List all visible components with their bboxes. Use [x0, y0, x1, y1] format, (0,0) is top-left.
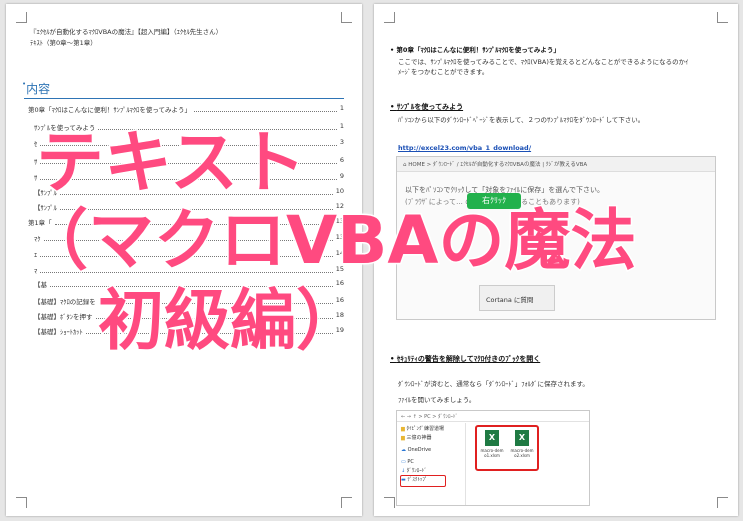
downloads-highlight [400, 475, 446, 487]
explorer-nav: ← → ↑ > PC > ﾀﾞｳﾝﾛｰﾄﾞ [401, 413, 458, 420]
crop-mark [384, 497, 395, 508]
toc-item-page: 1 [339, 122, 344, 130]
context-menu: Cortana に質問 [479, 285, 555, 311]
forward-arrow-icon: → [406, 414, 411, 420]
toc-title-text: 内容 [26, 82, 51, 96]
excel-file-icon: X [485, 430, 499, 446]
intro-line: ﾒｰｼﾞをつかむことができます。 [398, 68, 489, 76]
overlay-title-line3: 初級編） [97, 282, 364, 359]
explorer-tree-label: OneDrive [407, 447, 432, 453]
document-header-subtitle: ﾃｷｽﾄ（第0章～第1章） [30, 39, 97, 47]
toc-item-page: 6 [339, 156, 344, 164]
section-instruction: ﾊﾟｿｺﾝから以下のﾀﾞｳﾝﾛｰﾄﾞﾍﾟｰｼﾞを表示して、２つのｻﾝﾌﾟﾙﾏｸﾛ… [398, 116, 645, 124]
cloud-icon: ☁ [401, 447, 408, 453]
crop-mark [717, 497, 728, 508]
toc-item-page: 1 [339, 104, 344, 112]
toc-item-page: 10 [335, 187, 344, 195]
browser-bar: ⌂ HOME > ﾀﾞｳﾝﾛｰﾄﾞ / ｴｸｾﾙが自動化するﾏｸﾛVBAの魔法 … [397, 157, 715, 172]
explorer-tree-label: ﾀﾞｳﾝﾛｰﾄﾞ [406, 468, 427, 474]
breadcrumb-text: HOME > ﾀﾞｳﾝﾛｰﾄﾞ / ｴｸｾﾙが自動化するﾏｸﾛVBAの魔法 | … [408, 162, 588, 168]
section-heading-sample: ｻﾝﾌﾟﾙを使ってみよう [390, 102, 463, 112]
breadcrumb: ⌂ HOME > ﾀﾞｳﾝﾛｰﾄﾞ / ｴｸｾﾙが自動化するﾏｸﾛVBAの魔法 … [403, 160, 587, 168]
context-menu-item: Cortana に質問 [486, 296, 534, 304]
overlay-title-line2: （マクロVBAの魔法 [20, 202, 637, 279]
section-heading-security: ｾｷｭﾘﾃｨの警告を解除してﾏｸﾛ付きのﾌﾞｯｸを開く [390, 354, 540, 364]
intro-line: ここでは、ｻﾝﾌﾟﾙﾏｸﾛを使ってみることで、ﾏｸﾛ(VBA)を覚えるとどんなこ… [398, 58, 689, 66]
section-body-line: ﾌｧｲﾙを開いてみましょう。 [398, 396, 476, 404]
explorer-path: > PC > ﾀﾞｳﾝﾛｰﾄﾞ [418, 414, 459, 420]
crop-mark [384, 12, 395, 23]
file-item[interactable]: Xmacro-demo1.xlsm [480, 430, 504, 458]
crop-mark [717, 12, 728, 23]
toc-item-text: 【基礎】ｼｮｰﾄｶｯﾄ [34, 328, 83, 336]
back-arrow-icon: ← [401, 414, 406, 420]
file-name: macro-demo1.xlsm [480, 448, 504, 458]
document-header-title: 『ｴｸｾﾙが自動化するﾏｸﾛVBAの魔法』【超入門編】（ｴｸｾﾙ先生さん） [30, 28, 223, 36]
toc-title-rule [24, 98, 344, 99]
toc-leader-dots [194, 104, 337, 112]
section-body-line: ﾀﾞｳﾝﾛｰﾄﾞが済むと、通常なら「ﾀﾞｳﾝﾛｰﾄﾞ」ﾌｫﾙﾀﾞに保存されます。 [398, 380, 589, 388]
chapter-heading-text: 第0章「ﾏｸﾛはこんなに便利！ｻﾝﾌﾟﾙﾏｸﾛを使ってみよう」 [390, 46, 560, 54]
file-list: Xmacro-demo1.xlsm Xmacro-demo2.xlsm [477, 427, 537, 461]
toc-item-text: 【基礎】ﾎﾞﾀﾝを押す [34, 313, 93, 321]
explorer-tree-label: 三億の神器 [406, 435, 432, 441]
explorer-tree-item[interactable]: ☁ OneDrive [401, 446, 457, 455]
explorer-tree-label: ﾀｲﾋﾟﾝｸﾞ練習道場 [406, 426, 444, 432]
crop-mark [341, 12, 352, 23]
explorer-divider [465, 423, 466, 505]
crop-mark [16, 12, 27, 23]
overlay-title-line1: テキスト [35, 124, 308, 203]
download-link[interactable]: http://excel23.com/vba_1_download/ [398, 144, 531, 152]
crop-mark [341, 497, 352, 508]
section-heading-text: ｾｷｭﾘﾃｨの警告を解除してﾏｸﾛ付きのﾌﾞｯｸを開く [390, 355, 540, 363]
toc-title: •内容 [22, 80, 50, 97]
chapter-heading: 第0章「ﾏｸﾛはこんなに便利！ｻﾝﾌﾟﾙﾏｸﾛを使ってみよう」 [390, 44, 560, 54]
explorer-tree-item[interactable]: ▆ ﾀｲﾋﾟﾝｸﾞ練習道場 [401, 425, 457, 434]
explorer-tree-label: PC [407, 459, 414, 465]
up-arrow-icon: ↑ [412, 414, 417, 420]
file-highlight: Xmacro-demo1.xlsm Xmacro-demo2.xlsm [475, 425, 539, 471]
crop-mark [16, 497, 27, 508]
section-heading-text: ｻﾝﾌﾟﾙを使ってみよう [390, 103, 463, 111]
file-name: macro-demo2.xlsm [510, 448, 534, 458]
explorer-tree-item[interactable]: ▆ 三億の神器 [401, 434, 457, 443]
toc-item-page: 3 [339, 138, 344, 146]
home-icon: ⌂ [403, 162, 407, 168]
file-item[interactable]: Xmacro-demo2.xlsm [510, 430, 534, 458]
excel-file-icon: X [515, 430, 529, 446]
explorer-tree-item[interactable]: ▭ PC [401, 458, 457, 467]
toc-item[interactable]: 第0章「ﾏｸﾛはこんなに便利！ｻﾝﾌﾟﾙﾏｸﾛを使ってみよう」 1 [28, 104, 344, 114]
toc-item-text: 第0章「ﾏｸﾛはこんなに便利！ｻﾝﾌﾟﾙﾏｸﾛを使ってみよう」 [28, 106, 192, 114]
toc-item-page: 9 [339, 172, 344, 180]
toc-item-text: 【基礎】ﾏｸﾛの記録を [34, 298, 96, 306]
explorer-screenshot: ← → ↑ > PC > ﾀﾞｳﾝﾛｰﾄﾞ ▆ ﾀｲﾋﾟﾝｸﾞ練習道場 ▆ 三億の… [396, 410, 590, 506]
explorer-address-bar: ← → ↑ > PC > ﾀﾞｳﾝﾛｰﾄﾞ [397, 411, 589, 422]
toc-item-text: 【基 [34, 281, 47, 289]
